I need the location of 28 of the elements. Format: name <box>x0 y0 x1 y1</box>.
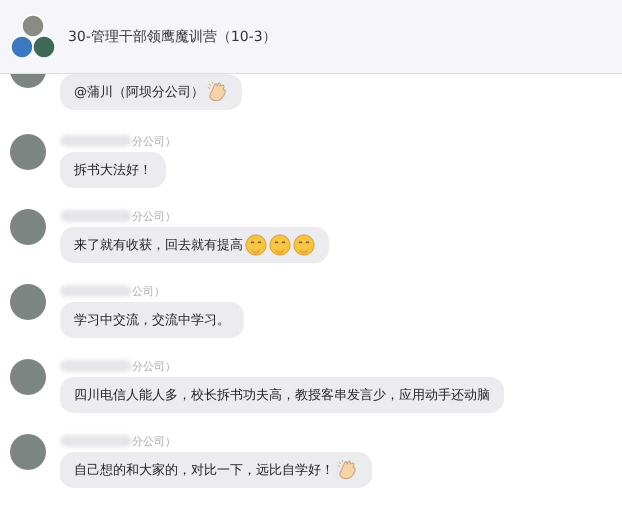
message-text: 四川电信人能人多，校长拆书功夫高，教授客串发言少，应用动手还动脑 <box>74 387 490 404</box>
clapping-hands-icon <box>336 459 358 481</box>
blurred-name-block <box>60 435 132 447</box>
group-title: 30-管理干部领鹰魔训营（10-3） <box>68 28 277 46</box>
avatar-photo[interactable] <box>10 359 46 395</box>
avatar-photo[interactable] <box>10 134 46 170</box>
sender-name: 公司） <box>132 284 165 298</box>
smiling-face-icon <box>293 234 315 256</box>
message-text: 来了就有收获，回去就有提高 <box>74 237 243 254</box>
message-text: 自己想的和大家的，对比一下，远比自学好！ <box>74 462 334 479</box>
avatar-photo[interactable] <box>10 209 46 245</box>
sender-name: 分公司） <box>132 208 176 224</box>
blurred-name-block <box>60 360 132 372</box>
blurred-name-block <box>60 210 132 222</box>
blurred-name-block <box>60 135 132 147</box>
sender-name: 分公司） <box>132 358 176 374</box>
message-text: 拆书大法好！ <box>74 162 152 179</box>
smiling-face-icon <box>269 234 291 256</box>
smiling-face-icon <box>245 234 267 256</box>
message-text: 学习中交流，交流中学习。 <box>74 312 230 329</box>
clapping-hands-icon <box>206 81 228 103</box>
blurred-name-block <box>60 285 132 297</box>
avatar-photo[interactable] <box>10 434 46 470</box>
group-avatar-icon <box>10 14 56 60</box>
sender-name: 分公司） <box>132 434 176 448</box>
sender-name: 分公司） <box>132 134 176 148</box>
message-text: @蒲川（阿坝分公司） <box>74 84 204 101</box>
avatar-photo[interactable] <box>10 284 46 320</box>
